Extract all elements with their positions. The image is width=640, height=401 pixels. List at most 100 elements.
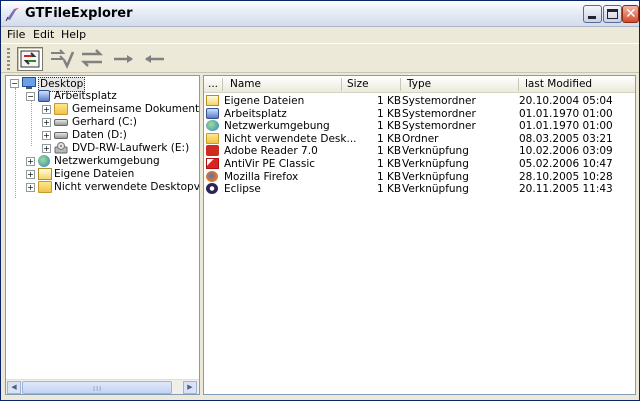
tree-item-desktop[interactable]: − Desktop — [10, 77, 199, 92]
computer-icon — [206, 107, 219, 119]
expand-icon[interactable]: + — [26, 157, 35, 166]
acrobat-icon — [206, 145, 219, 157]
window-title: GTFileExplorer — [25, 6, 133, 21]
cell-size: 1 KB — [377, 158, 402, 170]
tree-label: DVD-RW-Laufwerk (E:) — [72, 142, 190, 154]
cell-name: Arbeitsplatz — [224, 107, 287, 120]
table-row[interactable]: Netzwerkumgebung 1 KB Systemordner 01.01… — [204, 120, 635, 133]
tree-item-drive-d[interactable]: + Daten (D:) — [42, 129, 199, 142]
toolbar — [1, 43, 639, 73]
sync-panels-icon — [20, 50, 40, 68]
cell-type: Ordner — [402, 132, 439, 145]
table-row[interactable]: Adobe Reader 7.0 1 KB Verknüpfung 10.02.… — [204, 145, 635, 158]
table-row[interactable]: AntiVir PE Classic 1 KB Verknüpfung 05.0… — [204, 158, 635, 171]
cell-size: 1 KB — [377, 183, 402, 196]
folder-icon — [54, 103, 68, 115]
title-bar[interactable]: GTFileExplorer ✕ — [1, 1, 639, 27]
tree-label: Nicht verwendete Desktopverkn — [54, 181, 200, 193]
column-separator[interactable] — [222, 78, 223, 91]
expand-icon[interactable]: + — [42, 144, 51, 153]
column-separator[interactable] — [400, 78, 401, 91]
cell-size: 1 KB — [377, 107, 402, 120]
cell-name: Adobe Reader 7.0 — [224, 145, 318, 158]
cell-modified: 01.01.1970 01:00 — [519, 120, 613, 133]
app-logo-icon — [5, 8, 19, 22]
column-separator[interactable] — [341, 78, 342, 91]
column-header-type[interactable]: Type — [407, 78, 431, 90]
scroll-left-button[interactable]: ◀ — [7, 381, 21, 394]
compare-button[interactable] — [49, 47, 75, 71]
column-header-name[interactable]: Name — [230, 78, 261, 90]
app-window: GTFileExplorer ✕ File Edit Help − Deskto… — [0, 0, 640, 401]
tree-item-eigene-dateien[interactable]: + Eigene Dateien — [26, 168, 199, 181]
column-header-modified[interactable]: last Modified — [525, 78, 592, 90]
file-list-pane[interactable]: ... Name Size Type last Modified Eigene … — [203, 75, 636, 395]
table-row[interactable]: Nicht verwendete Desk... 1 KB Ordner 08.… — [204, 132, 635, 146]
cell-size: 1 KB — [377, 132, 402, 145]
cell-name: AntiVir PE Classic — [224, 158, 316, 170]
network-icon — [38, 155, 50, 167]
cell-type: Systemordner — [402, 95, 476, 107]
cell-name: Eclipse — [224, 183, 261, 196]
drive-icon — [54, 132, 68, 139]
tree-label: Eigene Dateien — [54, 168, 135, 180]
column-header-more[interactable]: ... — [208, 78, 218, 90]
close-button[interactable]: ✕ — [622, 5, 639, 23]
folder-tree-pane[interactable]: − Desktop − Arbeitsplatz + Gemeinsame Do… — [5, 75, 200, 395]
maximize-icon — [607, 9, 618, 19]
tree-item-drive-c[interactable]: + Gerhard (C:) — [42, 116, 199, 129]
expand-icon[interactable]: + — [42, 131, 51, 140]
tree-item-gemeinsame-dokumente[interactable]: + Gemeinsame Dokumente — [42, 103, 199, 116]
dvd-drive-icon — [54, 142, 68, 154]
cell-modified: 20.10.2004 05:04 — [519, 95, 613, 107]
cell-name: Eigene Dateien — [224, 95, 305, 107]
table-row[interactable]: Eigene Dateien 1 KB Systemordner 20.10.2… — [204, 95, 635, 108]
tree-label: Gerhard (C:) — [72, 116, 138, 128]
cell-size: 1 KB — [377, 95, 402, 107]
table-row[interactable]: Mozilla Firefox 1 KB Verknüpfung 28.10.2… — [204, 170, 635, 184]
firefox-icon — [206, 170, 218, 182]
folder-icon — [38, 181, 52, 193]
tree-item-netzwerkumgebung[interactable]: + Netzwerkumgebung — [26, 155, 199, 168]
cell-size: 1 KB — [377, 145, 402, 158]
expand-icon[interactable]: + — [26, 183, 35, 192]
tree-item-arbeitsplatz[interactable]: − Arbeitsplatz — [26, 90, 196, 103]
cell-modified: 28.10.2005 10:28 — [519, 170, 613, 183]
sync-panels-button[interactable] — [17, 47, 43, 71]
tree-item-nicht-verwendete[interactable]: + Nicht verwendete Desktopverkn — [26, 181, 200, 194]
toolbar-grip[interactable] — [7, 48, 10, 70]
collapse-icon[interactable]: − — [10, 79, 19, 88]
collapse-icon[interactable]: − — [26, 92, 35, 101]
tree-item-drive-e[interactable]: + DVD-RW-Laufwerk (E:) — [42, 142, 199, 155]
cell-modified: 10.02.2006 03:09 — [519, 145, 613, 158]
expand-icon[interactable]: + — [42, 118, 51, 127]
drive-icon — [54, 119, 68, 126]
arrow-left-icon — [145, 55, 164, 63]
menu-edit[interactable]: Edit — [33, 28, 54, 41]
cell-modified: 05.02.2006 10:47 — [519, 158, 613, 170]
desktop-icon — [22, 77, 36, 89]
menu-help[interactable]: Help — [61, 28, 86, 41]
scrollbar-thumb[interactable]: III — [22, 381, 172, 394]
minimize-icon — [588, 16, 596, 19]
minimize-button[interactable] — [583, 5, 602, 23]
expand-icon[interactable]: + — [26, 170, 35, 179]
tree-horizontal-scrollbar[interactable]: ◀ III ▶ — [6, 379, 199, 394]
maximize-button[interactable] — [603, 5, 622, 23]
tree-label: Arbeitsplatz — [54, 90, 117, 102]
copy-left-button[interactable] — [141, 47, 167, 71]
swap-button[interactable] — [79, 47, 105, 71]
scrollbar-grip: III — [93, 385, 103, 393]
compare-arrows-icon — [51, 49, 75, 69]
tree-guide — [15, 88, 16, 198]
cell-modified: 08.03.2005 03:21 — [519, 132, 613, 145]
tree-label: Daten (D:) — [72, 129, 127, 141]
scroll-right-button[interactable]: ▶ — [183, 381, 197, 394]
table-row[interactable]: Arbeitsplatz 1 KB Systemordner 01.01.197… — [204, 107, 635, 121]
copy-right-button[interactable] — [111, 47, 137, 71]
column-separator[interactable] — [518, 78, 519, 91]
table-row[interactable]: Eclipse 1 KB Verknüpfung 20.11.2005 11:4… — [204, 183, 635, 196]
menu-file[interactable]: File — [7, 28, 25, 41]
expand-icon[interactable]: + — [42, 105, 51, 114]
column-header-size[interactable]: Size — [347, 78, 369, 90]
